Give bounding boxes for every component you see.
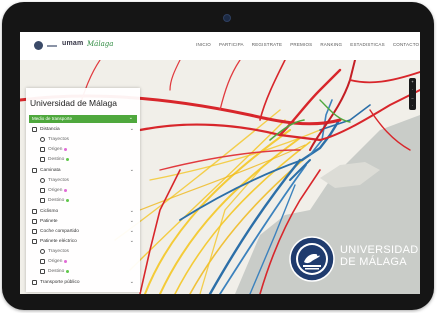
checkbox[interactable]	[32, 167, 37, 173]
origin-dot-icon	[64, 147, 68, 151]
chevron-down-icon[interactable]: ⌄	[130, 167, 134, 173]
logo-separator	[47, 45, 57, 47]
zoom-in-icon[interactable]: +	[411, 80, 413, 84]
panel-header[interactable]: Medio de transporte ⌄	[29, 115, 137, 123]
nav-item-premios[interactable]: PREMIOS	[290, 42, 312, 47]
checkbox[interactable]	[40, 268, 45, 274]
layer-group-patinete-electrico[interactable]: Patinete eléctrico ⌄	[32, 236, 134, 246]
layer-sub-destino[interactable]: Destino	[40, 195, 134, 205]
brand-secondary[interactable]: Málaga	[87, 40, 113, 48]
checkbox[interactable]	[32, 208, 37, 214]
logo-icon[interactable]	[34, 41, 43, 50]
layer-label: Patinete eléctrico	[40, 238, 77, 244]
checkbox[interactable]	[40, 146, 45, 152]
camera-icon	[223, 14, 231, 22]
nav-item-participa[interactable]: PARTICIPA	[219, 42, 244, 47]
chevron-down-icon[interactable]: ⌄	[130, 228, 134, 234]
layer-label: Trayectos	[48, 248, 69, 254]
layer-sub-destino[interactable]: Destino	[40, 154, 134, 164]
layer-label: Trayectos	[48, 177, 69, 183]
university-line-2: DE MÁLAGA	[340, 256, 407, 268]
zoom-dot-icon: ·	[411, 87, 414, 92]
nav-item-inicio[interactable]: INICIO	[196, 42, 211, 47]
brand-primary[interactable]: umam	[62, 40, 83, 47]
layer-group-transporte-publico[interactable]: Transporte público ⌄	[32, 277, 134, 287]
layer-label: Distancia	[40, 126, 60, 132]
layer-sub-origen[interactable]: Origen	[40, 144, 134, 154]
university-wordmark: UNIVERSIDAD DE MÁLAGA	[340, 244, 418, 268]
panel-header-label: Medio de transporte	[32, 116, 73, 121]
checkbox[interactable]	[32, 126, 37, 132]
chevron-down-icon[interactable]: ⌄	[130, 218, 134, 224]
layer-group-coche-compartido[interactable]: Coche compartido ⌄	[32, 226, 134, 236]
checkbox[interactable]	[40, 197, 45, 203]
chevron-down-icon[interactable]: ⌄	[130, 126, 134, 132]
layer-label: Origen	[48, 187, 63, 193]
radio-icon[interactable]	[40, 136, 45, 142]
map-zoom-controls[interactable]: + · – ·	[409, 78, 416, 110]
origin-dot-icon	[64, 188, 68, 192]
layer-label: Patinete	[40, 218, 58, 224]
layer-label: Coche compartido	[40, 228, 79, 234]
layer-label: Destino	[48, 197, 65, 203]
destination-dot-icon	[66, 269, 70, 273]
chevron-down-icon[interactable]: ⌄	[130, 208, 134, 214]
checkbox[interactable]	[32, 228, 37, 234]
destination-dot-icon	[66, 157, 70, 161]
layer-label: Destino	[48, 268, 65, 274]
layer-group-ciclismo[interactable]: Ciclismo ⌄	[32, 206, 134, 216]
checkbox[interactable]	[32, 218, 37, 224]
panel-title: Universidad de Málaga	[30, 98, 117, 108]
layer-sub-destino[interactable]: Destino	[40, 266, 134, 276]
destination-dot-icon	[66, 198, 70, 202]
checkbox[interactable]	[40, 258, 45, 264]
chevron-down-icon[interactable]: ⌄	[129, 115, 133, 121]
origin-dot-icon	[64, 259, 68, 263]
layer-label: Destino	[48, 156, 65, 162]
radio-icon[interactable]	[40, 248, 45, 254]
nav-menu: INICIO PARTICIPA REGISTRATE PREMIOS RANK…	[196, 42, 419, 47]
zoom-dot-icon: ·	[411, 103, 414, 108]
nav-item-registrate[interactable]: REGISTRATE	[252, 42, 282, 47]
nav-item-estadisticas[interactable]: ESTADISTICAS	[350, 42, 385, 47]
screen: umam Málaga INICIO PARTICIPA REGISTRATE …	[20, 32, 420, 294]
zoom-out-icon[interactable]: –	[411, 96, 413, 100]
checkbox[interactable]	[40, 187, 45, 193]
chevron-down-icon[interactable]: ⌄	[130, 279, 134, 285]
layer-sub-origen[interactable]: Origen	[40, 256, 134, 266]
layer-label: Transporte público	[40, 279, 80, 285]
university-seal-logo	[289, 236, 335, 282]
nav-item-contacto[interactable]: CONTACTO	[393, 42, 419, 47]
layer-label: Origen	[48, 258, 63, 264]
layer-sub-trayectos[interactable]: Trayectos	[40, 134, 134, 144]
layers-panel: Universidad de Málaga Medio de transport…	[26, 88, 140, 292]
checkbox[interactable]	[32, 279, 37, 285]
chevron-down-icon[interactable]: ⌄	[130, 238, 134, 244]
layer-sub-origen[interactable]: Origen	[40, 185, 134, 195]
checkbox[interactable]	[40, 156, 45, 162]
checkbox[interactable]	[32, 238, 37, 244]
layer-label: Caminata	[40, 167, 61, 173]
university-line-1: UNIVERSIDAD	[340, 244, 419, 256]
tablet-frame: umam Málaga INICIO PARTICIPA REGISTRATE …	[2, 2, 434, 310]
layer-sub-trayectos[interactable]: Trayectos	[40, 175, 134, 185]
layer-label: Trayectos	[48, 136, 69, 142]
layer-label: Ciclismo	[40, 208, 59, 214]
layer-group-caminata[interactable]: Caminata ⌄	[32, 165, 134, 175]
layer-label: Origen	[48, 146, 63, 152]
top-navbar: umam Málaga INICIO PARTICIPA REGISTRATE …	[20, 32, 420, 61]
layer-group-patinete[interactable]: Patinete ⌄	[32, 216, 134, 226]
nav-item-ranking[interactable]: RANKING	[320, 42, 342, 47]
radio-icon[interactable]	[40, 177, 45, 183]
layer-sub-trayectos[interactable]: Trayectos	[40, 246, 134, 256]
layer-group-distancia[interactable]: Distancia ⌄	[32, 124, 134, 134]
